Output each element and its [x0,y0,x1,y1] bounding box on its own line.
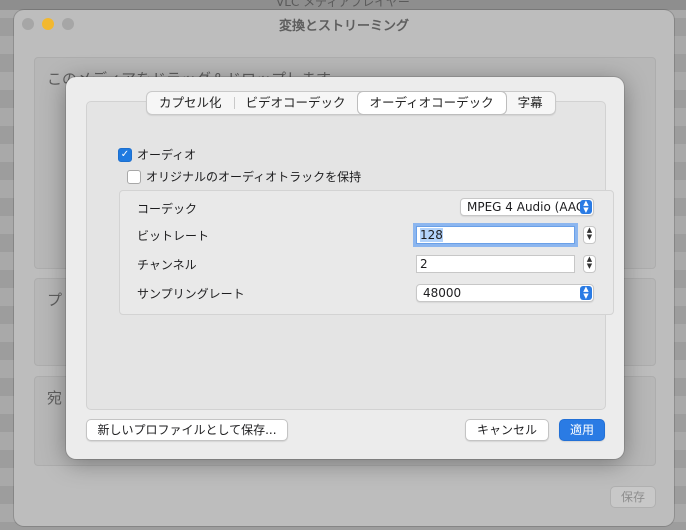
chevron-updown-icon: ▲ ▼ [580,200,592,214]
codec-select-value: MPEG 4 Audio (AAC) [467,200,589,214]
samplerate-select[interactable]: 48000 ▲ ▼ [416,284,594,302]
channels-input[interactable]: 2 [416,255,575,273]
keep-original-track-row[interactable]: オリジナルのオーディオトラックを保持 [127,168,361,185]
codec-tabs: カプセル化 ビデオコーデック オーディオコーデック 字幕 [146,91,556,115]
window-title: 変換とストリーミング [278,19,409,34]
profile-panel-text: プ [47,291,63,309]
channels-stepper[interactable]: ▲ ▼ [583,255,596,273]
samplerate-select-value: 48000 [423,286,462,300]
channels-value: 2 [420,257,428,271]
tab-video-codec[interactable]: ビデオコーデック [233,92,358,114]
keep-original-track-checkbox[interactable] [127,169,141,184]
window-save-button[interactable]: 保存 [610,486,656,508]
tab-encapsulation[interactable]: カプセル化 [147,92,234,114]
save-as-new-profile-button[interactable]: 新しいプロファイルとして保存... [86,419,288,441]
keep-original-track-label: オリジナルのオーディオトラックを保持 [146,170,362,184]
samplerate-label: サンプリングレート [137,287,245,301]
chevron-updown-icon: ▲ ▼ [580,286,592,300]
background-window-title: VLC メディアプレイヤー [0,0,686,10]
audio-checkbox[interactable]: ✓ [118,147,132,162]
bitrate-value: 128 [420,228,443,242]
profile-edit-dialog: ✓ オーディオ オリジナルのオーディオトラックを保持 コーデック MPEG 4 … [66,77,624,459]
tab-subtitles[interactable]: 字幕 [506,92,555,114]
audio-checkbox-label: オーディオ [137,148,197,162]
tab-content-box: ✓ オーディオ オリジナルのオーディオトラックを保持 コーデック MPEG 4 … [86,101,614,410]
cancel-button[interactable]: キャンセル [465,419,549,441]
apply-button[interactable]: 適用 [559,419,605,441]
destination-panel-text: 宛 [47,389,63,407]
codec-label: コーデック [137,202,198,216]
bitrate-label: ビットレート [137,229,210,243]
codec-select[interactable]: MPEG 4 Audio (AAC) ▲ ▼ [460,198,594,216]
bitrate-input[interactable]: 128 [416,226,575,244]
channels-label: チャンネル [137,258,197,272]
tab-audio-codec[interactable]: オーディオコーデック [357,92,506,114]
audio-settings-group: コーデック MPEG 4 Audio (AAC) ▲ ▼ ビットレート 128 ▲… [119,190,614,315]
bitrate-stepper[interactable]: ▲ ▼ [583,226,596,244]
audio-checkbox-row[interactable]: ✓ オーディオ [118,146,196,163]
window-titlebar: 変換とストリーミング [14,10,674,38]
